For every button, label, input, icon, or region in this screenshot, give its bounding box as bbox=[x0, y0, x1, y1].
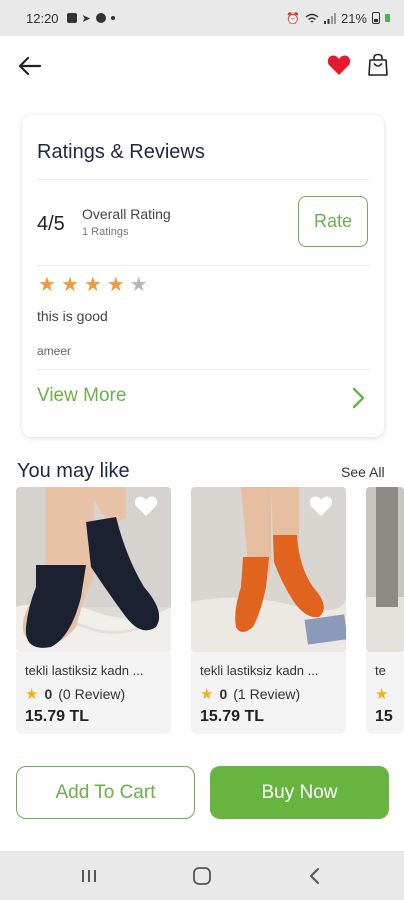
review-count: (1 Review) bbox=[233, 686, 301, 702]
view-more-link[interactable]: View More bbox=[37, 385, 126, 407]
product-image bbox=[366, 487, 404, 652]
product-card[interactable]: tekli lastiksiz kadn ... ★ 0 (1 Review) … bbox=[191, 487, 346, 737]
divider bbox=[37, 179, 369, 180]
chevron-right-icon[interactable] bbox=[348, 386, 368, 410]
reviewer-name: ameer bbox=[37, 344, 72, 358]
heart-outline-icon[interactable] bbox=[309, 495, 333, 517]
product-name: te bbox=[375, 663, 386, 678]
charging-icon bbox=[385, 14, 390, 22]
see-all-link[interactable]: See All bbox=[341, 464, 385, 480]
home-icon bbox=[193, 867, 211, 885]
wishlist-button[interactable] bbox=[322, 48, 356, 82]
ratings-count: 1 Ratings bbox=[82, 226, 129, 238]
top-app-bar bbox=[0, 36, 404, 94]
product-price: 15.79 TL bbox=[25, 708, 90, 725]
star-icon: ★ bbox=[200, 686, 214, 703]
product-card[interactable]: tekli lastiksiz kadn ... ★ 0 (0 Review) … bbox=[16, 487, 171, 737]
product-name: tekli lastiksiz kadn ... bbox=[200, 663, 319, 678]
product-name: tekli lastiksiz kadn ... bbox=[25, 663, 144, 678]
star-filled-icon: ★ bbox=[83, 274, 102, 296]
product-rating: ★ 0 (0 Review) bbox=[25, 685, 125, 703]
buy-now-button[interactable]: Buy Now bbox=[210, 766, 389, 819]
star-filled-icon: ★ bbox=[60, 274, 79, 296]
product-info: te ★ 15 bbox=[366, 652, 404, 734]
status-time: 12:20 bbox=[26, 10, 59, 26]
star-icon: ★ bbox=[375, 686, 389, 703]
product-card[interactable]: te ★ 15 bbox=[366, 487, 404, 737]
rate-button[interactable]: Rate bbox=[298, 196, 368, 247]
review-count: (0 Review) bbox=[58, 686, 126, 702]
recent-apps-button[interactable] bbox=[74, 863, 104, 889]
product-price: 15.79 TL bbox=[200, 708, 265, 725]
ratings-reviews-card: Ratings & Reviews 4/5 Overall Rating 1 R… bbox=[22, 115, 384, 437]
rating-value: 0 bbox=[219, 686, 228, 702]
rating-value: 0 bbox=[44, 686, 53, 702]
status-bar: 12:20 ➤ ⏰ 21% bbox=[0, 0, 404, 36]
star-icon: ★ bbox=[25, 686, 39, 703]
section-title: You may like bbox=[17, 460, 130, 482]
star-filled-icon: ★ bbox=[38, 274, 56, 296]
cart-button[interactable] bbox=[362, 48, 394, 82]
rating-score: 4/5 bbox=[37, 213, 65, 235]
product-info: tekli lastiksiz kadn ... ★ 0 (0 Review) … bbox=[16, 652, 171, 734]
battery-percent: 21% bbox=[340, 10, 367, 26]
product-rating: ★ 0 (1 Review) bbox=[200, 685, 300, 703]
heart-outline-icon[interactable] bbox=[134, 495, 158, 517]
shopping-bag-icon bbox=[368, 53, 388, 76]
add-to-cart-button[interactable]: Add To Cart bbox=[16, 766, 195, 819]
review-text: this is good bbox=[37, 308, 108, 324]
heart-filled-icon bbox=[327, 55, 351, 75]
divider bbox=[37, 265, 369, 266]
overall-rating-label: Overall Rating bbox=[82, 206, 171, 222]
notification-icons: ➤ bbox=[66, 12, 115, 25]
home-button[interactable] bbox=[187, 863, 217, 889]
battery-icon bbox=[372, 12, 380, 24]
alarm-icon: ⏰ bbox=[286, 12, 300, 25]
divider bbox=[37, 369, 369, 370]
star-filled-icon: ★ bbox=[106, 274, 125, 296]
telegram-notification-icon: ➤ bbox=[81, 12, 91, 25]
chevron-left-icon bbox=[310, 868, 319, 884]
system-navigation-bar bbox=[0, 851, 404, 900]
product-price: 15 bbox=[375, 708, 393, 725]
product-rating: ★ bbox=[375, 685, 388, 703]
back-button[interactable] bbox=[10, 46, 50, 86]
ratings-title: Ratings & Reviews bbox=[37, 141, 205, 163]
app-notification-icon bbox=[95, 13, 106, 23]
review-stars: ★ ★ ★ ★ ★ bbox=[38, 275, 148, 295]
gallery-notification-icon bbox=[66, 13, 77, 23]
recent-apps-icon bbox=[82, 870, 96, 882]
star-empty-icon: ★ bbox=[129, 274, 148, 296]
product-info: tekli lastiksiz kadn ... ★ 0 (1 Review) … bbox=[191, 652, 346, 734]
more-notifications-icon bbox=[110, 16, 115, 20]
wifi-icon bbox=[305, 13, 319, 22]
signal-icon bbox=[323, 12, 336, 24]
back-nav-button[interactable] bbox=[300, 863, 330, 889]
arrow-left-icon bbox=[18, 56, 42, 76]
